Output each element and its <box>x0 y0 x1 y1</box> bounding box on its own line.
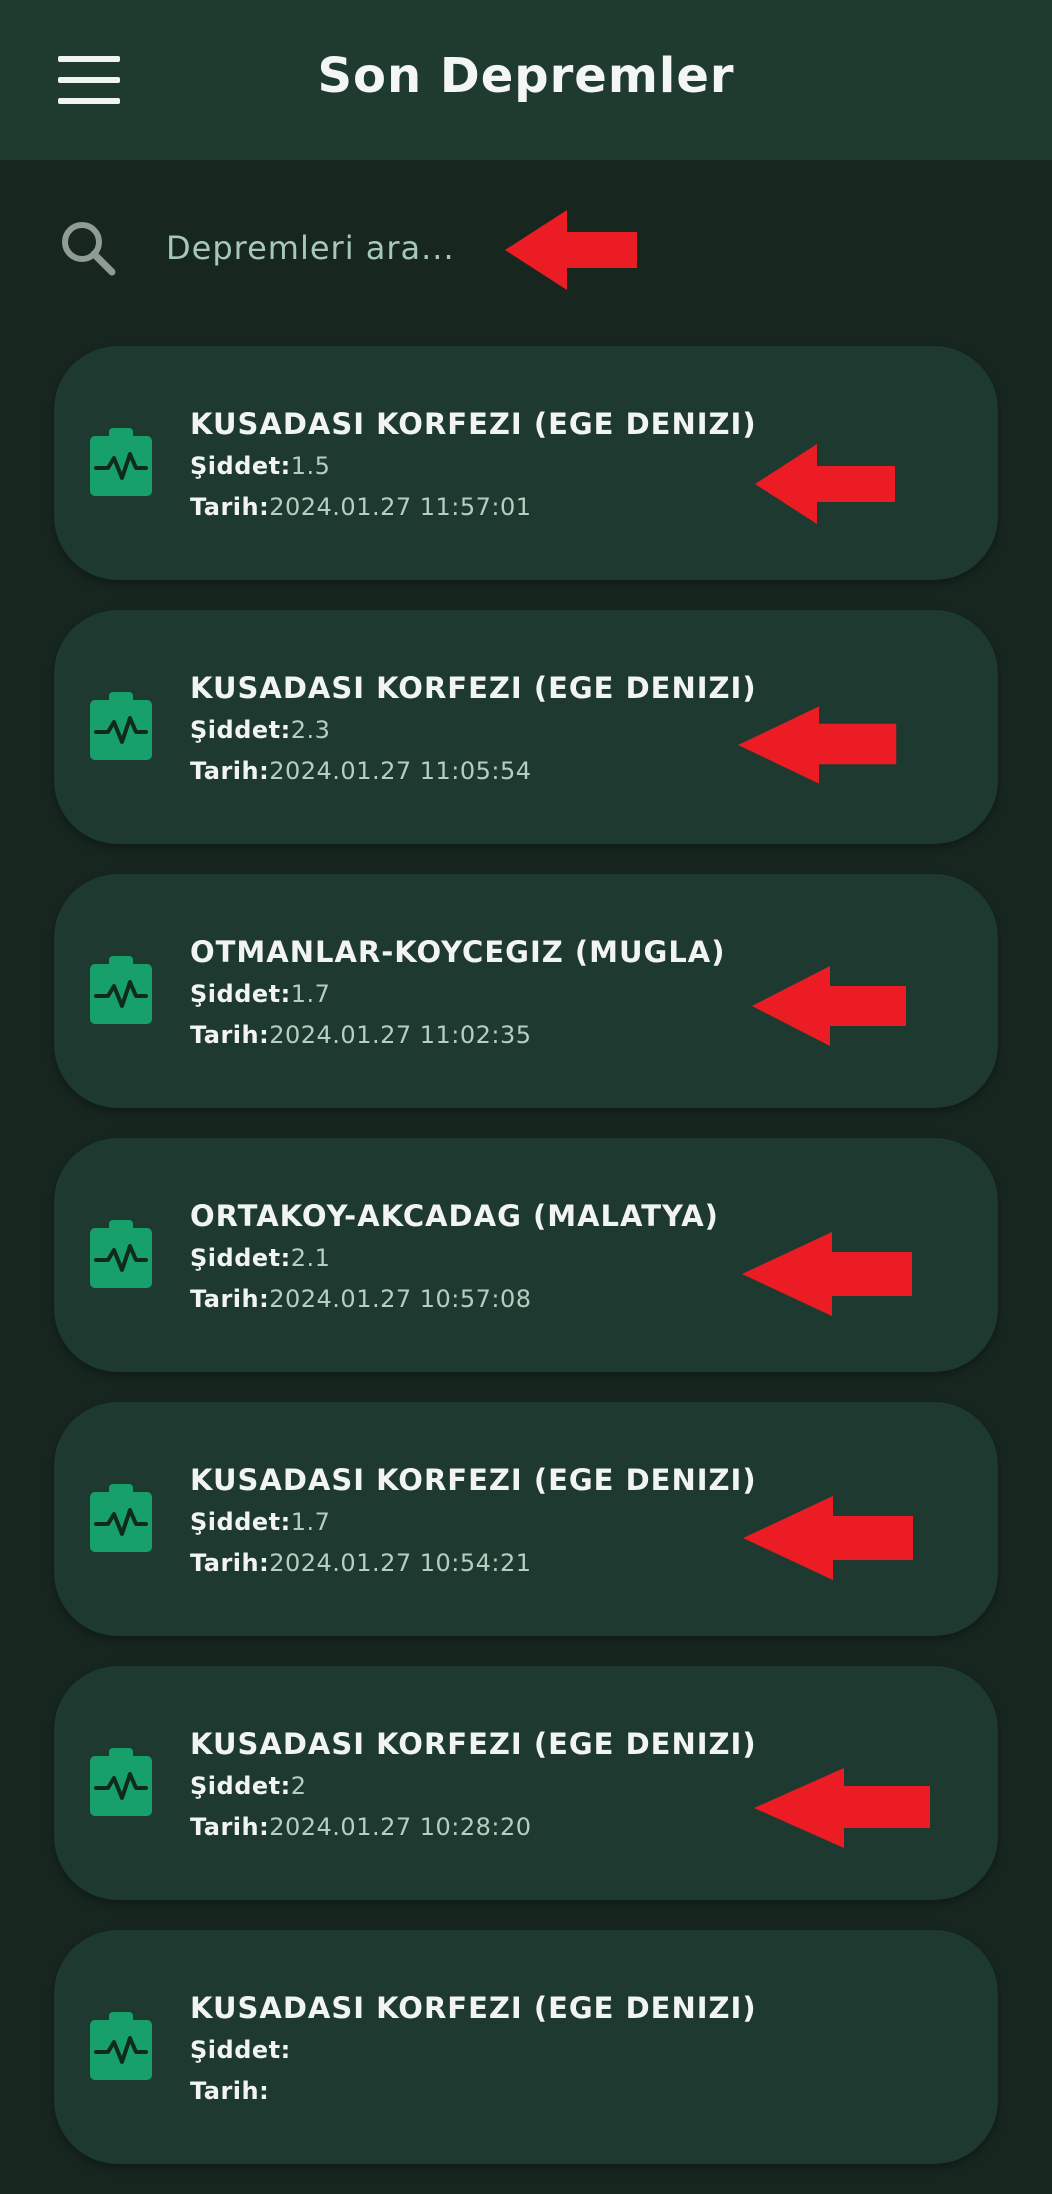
date-value: 2024.01.27 10:57:08 <box>269 1285 532 1313</box>
earthquake-details: KUSADASI KORFEZI (EGE DENIZI) Şiddet:2.3… <box>190 666 810 792</box>
magnitude-row: Şiddet:2.1 <box>190 1238 810 1279</box>
magnitude-label: Şiddet: <box>190 980 291 1008</box>
earthquake-location: OTMANLAR-KOYCEGIZ (MUGLA) <box>190 935 726 969</box>
date-row: Tarih:2024.01.27 11:02:35 <box>190 1015 810 1056</box>
date-label: Tarih: <box>190 1021 270 1049</box>
date-value: 2024.01.27 10:28:20 <box>269 1813 532 1841</box>
date-label: Tarih: <box>190 1813 270 1841</box>
earthquake-location: KUSADASI KORFEZI (EGE DENIZI) <box>190 1463 757 1497</box>
clipboard-pulse-icon <box>90 2012 152 2080</box>
date-row: Tarih:2024.01.27 10:54:21 <box>190 1543 810 1584</box>
magnitude-label: Şiddet: <box>190 2036 291 2064</box>
magnitude-row: Şiddet: <box>190 2030 810 2071</box>
earthquake-details: KUSADASI KORFEZI (EGE DENIZI) Şiddet:1.7… <box>190 1458 810 1584</box>
date-row: Tarih:2024.01.27 10:57:08 <box>190 1279 810 1320</box>
date-row: Tarih: <box>190 2071 810 2112</box>
date-row: Tarih:2024.01.27 11:57:01 <box>190 487 810 528</box>
magnitude-row: Şiddet:2 <box>190 1766 810 1807</box>
earthquake-details: KUSADASI KORFEZI (EGE DENIZI) Şiddet:1.5… <box>190 402 810 528</box>
date-value: 2024.01.27 11:02:35 <box>269 1021 532 1049</box>
magnitude-value: 1.5 <box>290 452 331 480</box>
magnitude-value: 1.7 <box>290 980 331 1008</box>
earthquake-details: OTMANLAR-KOYCEGIZ (MUGLA) Şiddet:1.7 Tar… <box>190 930 810 1056</box>
magnitude-label: Şiddet: <box>190 1244 291 1272</box>
magnitude-row: Şiddet:1.7 <box>190 1502 810 1543</box>
annotation-arrow <box>755 444 895 524</box>
date-value: 2024.01.27 11:05:54 <box>269 757 532 785</box>
earthquake-details: KUSADASI KORFEZI (EGE DENIZI) Şiddet:2 T… <box>190 1722 810 1848</box>
clipboard-pulse-icon <box>90 428 152 496</box>
date-label: Tarih: <box>190 1549 270 1577</box>
earthquake-details: KUSADASI KORFEZI (EGE DENIZI) Şiddet: Ta… <box>190 1986 810 2112</box>
date-value: 2024.01.27 10:54:21 <box>269 1549 532 1577</box>
earthquake-details: ORTAKOY-AKCADAG (MALATYA) Şiddet:2.1 Tar… <box>190 1194 810 1320</box>
annotation-arrow <box>743 1496 913 1580</box>
app-bar: Son Depremler <box>0 0 1052 160</box>
date-value: 2024.01.27 11:57:01 <box>269 493 532 521</box>
magnitude-row: Şiddet:1.5 <box>190 446 810 487</box>
magnitude-row: Şiddet:1.7 <box>190 974 810 1015</box>
clipboard-pulse-icon <box>90 1748 152 1816</box>
clipboard-pulse-icon <box>90 1220 152 1288</box>
earthquake-location: KUSADASI KORFEZI (EGE DENIZI) <box>190 1727 757 1761</box>
date-label: Tarih: <box>190 1285 270 1313</box>
clipboard-pulse-icon <box>90 956 152 1024</box>
earthquake-location: KUSADASI KORFEZI (EGE DENIZI) <box>190 671 757 705</box>
magnitude-label: Şiddet: <box>190 452 291 480</box>
magnitude-value: 1.7 <box>290 1508 331 1536</box>
magnitude-label: Şiddet: <box>190 1508 291 1536</box>
earthquake-location: KUSADASI KORFEZI (EGE DENIZI) <box>190 407 757 441</box>
search-icon[interactable] <box>56 216 120 280</box>
date-label: Tarih: <box>190 493 270 521</box>
date-label: Tarih: <box>190 757 270 785</box>
date-row: Tarih:2024.01.27 10:28:20 <box>190 1807 810 1848</box>
date-label: Tarih: <box>190 2077 270 2105</box>
date-row: Tarih:2024.01.27 11:05:54 <box>190 751 810 792</box>
magnitude-row: Şiddet:2.3 <box>190 710 810 751</box>
annotation-arrow <box>738 706 897 784</box>
magnitude-value: 2 <box>290 1772 307 1800</box>
earthquake-card[interactable]: KUSADASI KORFEZI (EGE DENIZI) Şiddet: Ta… <box>54 1930 998 2164</box>
page-title: Son Depremler <box>317 48 735 104</box>
annotation-arrow <box>754 1768 930 1848</box>
annotation-arrow <box>742 1232 912 1316</box>
annotation-arrow <box>752 966 906 1046</box>
earthquake-location: ORTAKOY-AKCADAG (MALATYA) <box>190 1199 719 1233</box>
magnitude-label: Şiddet: <box>190 1772 291 1800</box>
search-input[interactable] <box>150 218 782 278</box>
clipboard-pulse-icon <box>90 1484 152 1552</box>
annotation-arrow <box>505 210 637 290</box>
magnitude-value: 2.1 <box>290 1244 331 1272</box>
magnitude-value: 2.3 <box>290 716 331 744</box>
clipboard-pulse-icon <box>90 692 152 760</box>
earthquake-location: KUSADASI KORFEZI (EGE DENIZI) <box>190 1991 757 2025</box>
magnitude-label: Şiddet: <box>190 716 291 744</box>
